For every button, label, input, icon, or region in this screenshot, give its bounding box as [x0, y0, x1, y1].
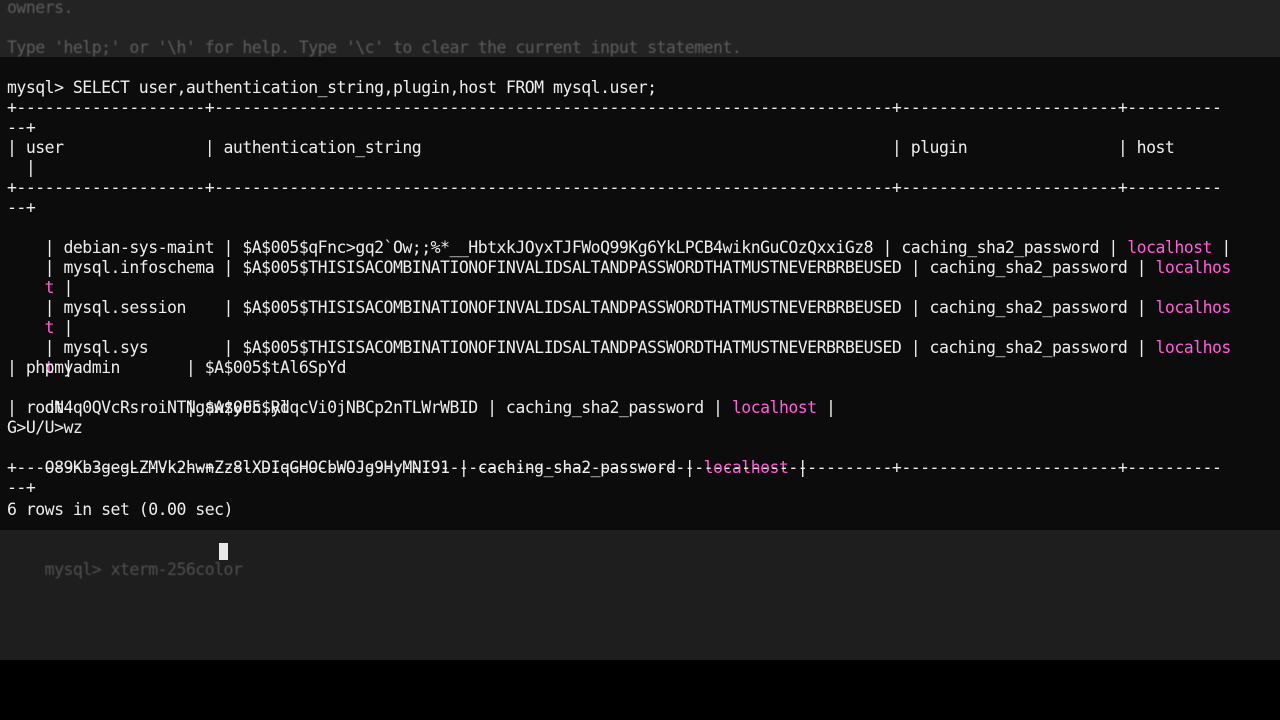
host-value: localhost: [731, 398, 817, 417]
terminal-window[interactable]: owners. Type 'help;' or '\h' for help. T…: [0, 0, 1280, 660]
table-row: | mysql.session | $A$005$THISISACOMBINAT…: [7, 278, 1232, 317]
table-row: | debian-sys-maint | $A$005$qFnc>gq2`Ow;…: [7, 218, 1232, 257]
sql-query-line: mysql> SELECT user,authentication_string…: [7, 78, 657, 97]
table-border-bottom: +--------------------+------------------…: [7, 458, 1222, 477]
table-row: | root | $A$005$yl: [7, 398, 290, 417]
table-border-top: +--------------------+------------------…: [7, 98, 1222, 117]
table-row: | mysql.sys | $A$005$THISISACOMBINATIONO…: [7, 318, 1232, 357]
table-row: | phpmyadmin | $A$005$tAl6SpYd: [7, 358, 346, 377]
text-cursor: [219, 542, 228, 561]
typed-input[interactable]: xterm-256color: [111, 560, 243, 579]
host-value: localhos: [1155, 258, 1232, 277]
host-value: localhos: [1155, 298, 1232, 317]
letterbox-bar: [0, 660, 1280, 720]
table-border-mid: +--------------------+------------------…: [7, 178, 1222, 197]
prompt-label: mysql>: [44, 560, 111, 579]
row-text: | mysql.sys | $A$005$THISISACOMBINATIONO…: [44, 338, 1156, 357]
table-row-wrap: t |: [7, 298, 74, 337]
scrollback-owners-text: owners.: [7, 0, 73, 17]
table-header-row: | user | authentication_string | plugin …: [7, 138, 1175, 157]
host-value: localhos: [1155, 338, 1232, 357]
help-hint-text: Type 'help;' or '\h' for help. Type '\c'…: [7, 38, 742, 57]
table-row-wrap: t |: [7, 258, 74, 297]
table-row-wrap: t |: [7, 338, 74, 377]
table-row: | mysql.infoschema | $A$005$THISISACOMBI…: [7, 238, 1232, 277]
table-row-wrap: O89Kb3gegLZMVk2hwnZz8lXDIqGHOCbWOJg9HyMN…: [7, 438, 808, 477]
command-prompt-line[interactable]: mysql> xterm-256color: [7, 540, 243, 579]
table-border-mid-wrap: --+: [7, 198, 36, 217]
rows-summary: 6 rows in set (0.00 sec): [7, 500, 233, 519]
table-border-bottom-wrap: --+: [7, 478, 36, 497]
table-border-wrap: --+: [7, 118, 36, 137]
row-text: | mysql.infoschema | $A$005$THISISACOMBI…: [44, 258, 1156, 277]
table-header-wrap: |: [7, 158, 36, 177]
table-row-wrap: G>U/U>wz: [7, 418, 83, 437]
row-text: | mysql.session | $A$005$THISISACOMBINAT…: [44, 298, 1156, 317]
row-end: |: [816, 398, 836, 417]
table-row-wrap: dN4q0QVcRsroiNTNgawzyFc.RdqcVi0jNBCp2nTL…: [7, 378, 836, 417]
